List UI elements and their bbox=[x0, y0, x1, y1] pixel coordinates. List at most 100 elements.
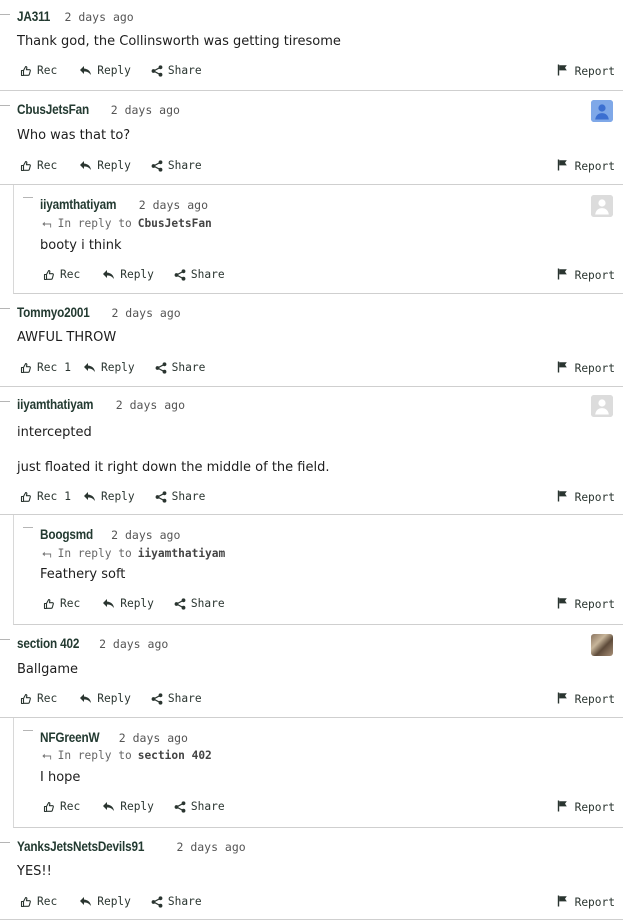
rec-button[interactable]: Rec 1 bbox=[20, 490, 71, 503]
timestamp: 2 days ago bbox=[111, 528, 181, 542]
username-link[interactable]: Tommyo2001 bbox=[17, 304, 90, 320]
thumbs-up-icon bbox=[20, 491, 32, 503]
comment-body: booty i think bbox=[40, 238, 122, 253]
rec-button[interactable]: Rec bbox=[43, 268, 80, 281]
comment: Tommyo2001 2 days ago AWFUL THROW Rec 1 R… bbox=[0, 294, 623, 387]
thread-line bbox=[0, 842, 10, 843]
username-link[interactable]: NFGreenW bbox=[40, 729, 100, 745]
share-button[interactable]: Share bbox=[174, 268, 225, 281]
share-icon bbox=[174, 800, 186, 813]
share-button[interactable]: Share bbox=[151, 64, 202, 77]
report-button[interactable]: Report bbox=[557, 800, 615, 815]
share-icon bbox=[151, 692, 163, 705]
in-reply-to-label: In reply to bbox=[57, 547, 132, 560]
rec-count: 1 bbox=[64, 361, 71, 374]
reply-icon bbox=[102, 269, 115, 280]
share-icon bbox=[174, 268, 186, 281]
thumbs-up-icon bbox=[20, 160, 32, 172]
rec-button[interactable]: Rec 1 bbox=[20, 361, 71, 374]
share-button[interactable]: Share bbox=[155, 490, 205, 503]
share-button[interactable]: Share bbox=[174, 800, 225, 813]
report-button[interactable]: Report bbox=[557, 159, 615, 174]
reply-arrow-icon: ⮢ bbox=[42, 748, 52, 762]
comment: YanksJetsNetsDevils91 2 days ago YES!! R… bbox=[0, 828, 623, 920]
rec-button[interactable]: Rec bbox=[43, 597, 80, 610]
thumbs-up-icon bbox=[20, 362, 32, 374]
rec-button[interactable]: Rec bbox=[43, 800, 80, 813]
comment: JA311 2 days ago Thank god, the Collinsw… bbox=[0, 0, 623, 91]
flag-icon bbox=[557, 64, 569, 79]
flag-icon bbox=[557, 692, 569, 707]
rec-button[interactable]: Rec bbox=[20, 692, 57, 705]
in-reply-to: ⮢ In reply to iiyamthatiyam bbox=[42, 546, 225, 561]
reply-button[interactable]: Reply bbox=[102, 800, 154, 813]
thumbs-up-icon bbox=[20, 693, 32, 705]
username-link[interactable]: iiyamthatiyam bbox=[40, 196, 116, 212]
username-link[interactable]: CbusJetsFan bbox=[17, 101, 89, 117]
timestamp: 2 days ago bbox=[99, 637, 169, 651]
thread-line bbox=[23, 527, 33, 528]
thread-line bbox=[23, 730, 33, 731]
rec-count: 1 bbox=[64, 490, 71, 503]
reply-button[interactable]: Reply bbox=[79, 895, 131, 908]
in-reply-to-user[interactable]: section 402 bbox=[138, 749, 212, 762]
timestamp: 2 days ago bbox=[111, 306, 181, 320]
thumbs-up-icon bbox=[20, 65, 32, 77]
report-button[interactable]: Report bbox=[557, 268, 615, 283]
reply-icon bbox=[83, 362, 96, 373]
reply-icon bbox=[102, 801, 115, 812]
comment-body: I hope bbox=[40, 770, 81, 785]
username-link[interactable]: Boogsmd bbox=[40, 526, 93, 542]
report-button[interactable]: Report bbox=[557, 692, 615, 707]
comment: iiyamthatiyam 2 days ago intercepted just… bbox=[0, 387, 623, 515]
comment-body: intercepted bbox=[17, 425, 92, 440]
share-button[interactable]: Share bbox=[151, 159, 202, 172]
in-reply-to-user[interactable]: iiyamthatiyam bbox=[138, 547, 226, 560]
reply-button[interactable]: Reply bbox=[83, 490, 135, 503]
thread-line bbox=[23, 197, 33, 198]
avatar[interactable] bbox=[591, 634, 613, 656]
username-link[interactable]: JA311 bbox=[17, 8, 50, 24]
share-icon bbox=[151, 159, 163, 172]
reply-button[interactable]: Reply bbox=[79, 692, 131, 705]
rec-button[interactable]: Rec bbox=[20, 64, 57, 77]
timestamp: 2 days ago bbox=[176, 840, 246, 854]
timestamp: 2 days ago bbox=[115, 398, 186, 412]
comment-body: AWFUL THROW bbox=[17, 330, 117, 345]
share-button[interactable]: Share bbox=[174, 597, 225, 610]
reply-button[interactable]: Reply bbox=[79, 64, 131, 77]
share-button[interactable]: Share bbox=[151, 895, 202, 908]
reply-arrow-icon: ⮢ bbox=[42, 216, 52, 230]
share-button[interactable]: Share bbox=[155, 361, 205, 374]
reply-button[interactable]: Reply bbox=[102, 268, 154, 281]
reply-button[interactable]: Reply bbox=[83, 361, 135, 374]
username-link[interactable]: section 402 bbox=[17, 635, 79, 651]
comment-body: Feathery soft bbox=[40, 567, 126, 582]
reply-icon bbox=[79, 160, 92, 171]
rec-button[interactable]: Rec bbox=[20, 159, 57, 172]
reply-icon bbox=[79, 896, 92, 907]
report-button[interactable]: Report bbox=[557, 490, 615, 505]
in-reply-to-user[interactable]: CbusJetsFan bbox=[138, 217, 212, 230]
report-button[interactable]: Report bbox=[557, 64, 615, 79]
reply-icon bbox=[83, 491, 96, 502]
avatar[interactable] bbox=[591, 395, 613, 417]
timestamp: 2 days ago bbox=[118, 731, 188, 745]
thumbs-up-icon bbox=[43, 598, 55, 610]
flag-icon bbox=[557, 597, 569, 612]
reply-button[interactable]: Reply bbox=[102, 597, 154, 610]
share-button[interactable]: Share bbox=[151, 692, 202, 705]
avatar[interactable] bbox=[591, 100, 613, 122]
avatar[interactable] bbox=[591, 195, 613, 217]
username-link[interactable]: YanksJetsNetsDevils91 bbox=[17, 838, 144, 854]
thumbs-up-icon bbox=[20, 896, 32, 908]
username-link[interactable]: iiyamthatiyam bbox=[17, 396, 93, 412]
reply-icon bbox=[79, 65, 92, 76]
thread-line bbox=[0, 14, 10, 15]
flag-icon bbox=[557, 800, 569, 815]
report-button[interactable]: Report bbox=[557, 895, 615, 910]
report-button[interactable]: Report bbox=[557, 597, 615, 612]
reply-button[interactable]: Reply bbox=[79, 159, 131, 172]
rec-button[interactable]: Rec bbox=[20, 895, 57, 908]
report-button[interactable]: Report bbox=[557, 361, 615, 376]
